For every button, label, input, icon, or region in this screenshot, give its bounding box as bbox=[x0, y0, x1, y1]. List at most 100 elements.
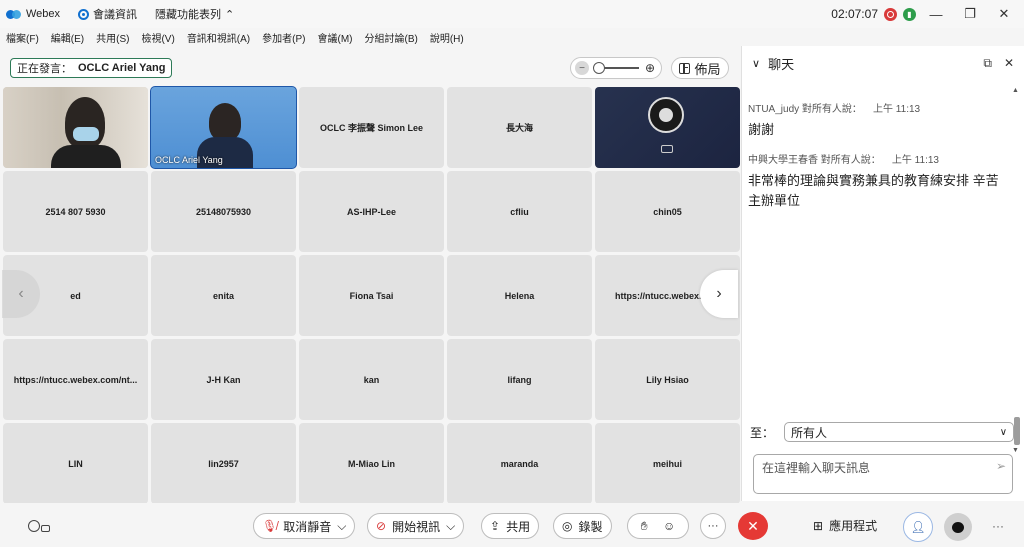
participant-tile[interactable]: Lily Hsiao bbox=[595, 339, 740, 420]
participant-tile[interactable]: Fiona Tsai bbox=[299, 255, 444, 336]
apps-button[interactable]: ⊞ 應用程式 bbox=[813, 517, 877, 534]
participant-tile[interactable]: 2514 807 5930 bbox=[3, 171, 148, 252]
menu-breakout[interactable]: 分組討論(B) bbox=[365, 30, 418, 45]
participant-tile[interactable]: 25148075930 bbox=[151, 171, 296, 252]
close-window-button[interactable]: ✕ bbox=[990, 6, 1018, 22]
chat-toggle-button[interactable] bbox=[944, 513, 972, 541]
chat-sender: 中興大學王春香 對所有人說： bbox=[748, 155, 881, 166]
more-icon: ··· bbox=[992, 519, 1004, 533]
participant-name: lifang bbox=[507, 374, 532, 385]
participant-name: J-H Kan bbox=[206, 374, 241, 385]
zoom-out-icon[interactable]: − bbox=[575, 61, 589, 75]
layout-label: 佈局 bbox=[694, 61, 721, 77]
menu-share[interactable]: 共用(S) bbox=[96, 30, 129, 45]
recording-indicator-icon[interactable] bbox=[884, 7, 897, 21]
meeting-info-button[interactable]: 會議資訊 bbox=[78, 6, 137, 22]
unmute-button[interactable]: 🎙︎̸ 取消靜音 ⌵ bbox=[253, 513, 356, 539]
minimize-button[interactable]: — bbox=[922, 7, 950, 22]
app-name: Webex bbox=[26, 8, 61, 20]
more-options-button[interactable]: ··· bbox=[700, 513, 726, 539]
participant-tile[interactable]: M-Miao Lin bbox=[299, 423, 444, 504]
participant-tile[interactable]: cfliu bbox=[447, 171, 592, 252]
layout-grid-icon bbox=[679, 62, 691, 74]
chevron-down-icon[interactable]: ⌵ bbox=[337, 519, 346, 534]
raise-hand-icon[interactable]: ✋︎ bbox=[641, 519, 648, 534]
more-options-icon: ··· bbox=[707, 520, 719, 532]
meeting-stats-button[interactable] bbox=[28, 519, 50, 532]
close-icon: ✕ bbox=[747, 517, 759, 534]
scroll-thumb[interactable] bbox=[1014, 417, 1020, 445]
menu-participants[interactable]: 參加者(P) bbox=[262, 30, 305, 45]
start-video-button[interactable]: ⊘ 開始視訊 ⌵ bbox=[367, 513, 465, 539]
chat-header: ∨ 聊天 ⧉ ✕ bbox=[742, 46, 1024, 80]
record-label: 錄製 bbox=[578, 519, 603, 534]
menu-view[interactable]: 檢視(V) bbox=[141, 30, 174, 45]
participant-name: AS-IHP-Lee bbox=[346, 206, 396, 217]
reactions-icon[interactable]: ☺ bbox=[663, 519, 675, 533]
menu-help[interactable]: 說明(H) bbox=[430, 30, 464, 45]
participant-name: Fiona Tsai bbox=[349, 290, 394, 301]
participant-tile-video-1[interactable] bbox=[3, 87, 148, 168]
chevron-down-icon[interactable]: ∨ bbox=[752, 57, 760, 70]
participant-tile[interactable]: maranda bbox=[447, 423, 592, 504]
share-button[interactable]: ⇪ 共用 bbox=[481, 513, 540, 539]
camera-off-icon bbox=[661, 145, 673, 153]
menu-edit[interactable]: 編輯(E) bbox=[51, 30, 84, 45]
zoom-slider[interactable] bbox=[593, 62, 639, 74]
participant-person bbox=[65, 97, 105, 149]
participant-tile-video-2[interactable]: OCLC Ariel Yang bbox=[150, 86, 297, 169]
pop-out-icon[interactable]: ⧉ bbox=[983, 56, 992, 71]
chevron-down-icon[interactable]: ⌵ bbox=[446, 519, 455, 534]
participant-tile[interactable]: kan bbox=[299, 339, 444, 420]
record-button[interactable]: ◎ 錄製 bbox=[553, 513, 612, 539]
chat-recipient-select[interactable]: 所有人 ∨ bbox=[784, 422, 1015, 442]
participant-name: chin05 bbox=[653, 206, 682, 217]
chat-message-meta: NTUA_judy 對所有人說： 上午 11:13 bbox=[748, 100, 1010, 115]
chat-input-placeholder: 在這裡輸入聊天訊息 bbox=[762, 461, 871, 475]
participants-icon: 👤︎ bbox=[910, 520, 926, 534]
zoom-slider-knob[interactable] bbox=[593, 62, 605, 74]
start-video-label: 開始視訊 bbox=[392, 519, 441, 534]
menu-bar: 檔案(F) 編輯(E) 共用(S) 檢視(V) 音訊和視訊(A) 參加者(P) … bbox=[0, 28, 740, 46]
more-panels-button[interactable]: ··· bbox=[992, 519, 1004, 533]
participant-tile[interactable]: LIN bbox=[3, 423, 148, 504]
network-signal-icon[interactable]: ▮ bbox=[903, 7, 916, 21]
close-icon[interactable]: ✕ bbox=[1004, 56, 1014, 71]
chat-input[interactable]: 在這裡輸入聊天訊息 ➢ bbox=[753, 454, 1013, 494]
participant-tile[interactable]: lin2957 bbox=[151, 423, 296, 504]
chat-scrollbar[interactable]: ▲ ▼ bbox=[1012, 87, 1022, 454]
participant-tile[interactable]: lifang bbox=[447, 339, 592, 420]
video-zoom-control: − ⊕ bbox=[570, 57, 662, 79]
chat-recipient-row: 至： 所有人 ∨ bbox=[750, 422, 1015, 442]
apps-icon: ⊞ bbox=[813, 518, 824, 533]
participant-tile-obs[interactable] bbox=[595, 87, 740, 168]
menu-audio-video[interactable]: 音訊和視訊(A) bbox=[187, 30, 250, 45]
zoom-in-icon[interactable]: ⊕ bbox=[645, 61, 655, 75]
participant-tile[interactable]: chin05 bbox=[595, 171, 740, 252]
participant-name: OCLC Ariel Yang bbox=[155, 155, 223, 165]
participant-tile[interactable]: https://ntucc.webex.com/nt... bbox=[3, 339, 148, 420]
participant-tile[interactable]: J-H Kan bbox=[151, 339, 296, 420]
participant-tile[interactable]: AS-IHP-Lee bbox=[299, 171, 444, 252]
reactions-group: ✋︎ ☺ bbox=[627, 513, 689, 539]
chat-recipient-label: 至： bbox=[750, 425, 775, 440]
send-icon[interactable]: ➢ bbox=[996, 459, 1006, 473]
layout-button[interactable]: 佈局 bbox=[671, 57, 729, 79]
menu-file[interactable]: 檔案(F) bbox=[6, 30, 39, 45]
scroll-up-icon[interactable]: ▲ bbox=[1012, 87, 1019, 94]
webex-logo-icon bbox=[6, 9, 22, 19]
hide-menu-bar-button[interactable]: 隱藏功能表列 ⌃ bbox=[155, 6, 234, 22]
participant-tile[interactable]: meihui bbox=[595, 423, 740, 504]
menu-meeting[interactable]: 會議(M) bbox=[318, 30, 353, 45]
participant-tile[interactable]: 長大海 bbox=[447, 87, 592, 168]
scroll-down-icon[interactable]: ▼ bbox=[1012, 447, 1019, 454]
participants-button[interactable]: 👤︎ bbox=[903, 512, 933, 542]
participant-tile[interactable]: OCLC 李振聲 Simon Lee bbox=[299, 87, 444, 168]
restore-button[interactable]: ❐ bbox=[956, 6, 984, 22]
participant-tile[interactable]: enita bbox=[151, 255, 296, 336]
share-icon: ⇪ bbox=[490, 519, 501, 533]
meeting-info-label: 會議資訊 bbox=[93, 9, 138, 21]
participant-name: Lily Hsiao bbox=[646, 374, 689, 385]
participant-tile[interactable]: Helena bbox=[447, 255, 592, 336]
end-meeting-button[interactable]: ✕ bbox=[738, 512, 768, 540]
